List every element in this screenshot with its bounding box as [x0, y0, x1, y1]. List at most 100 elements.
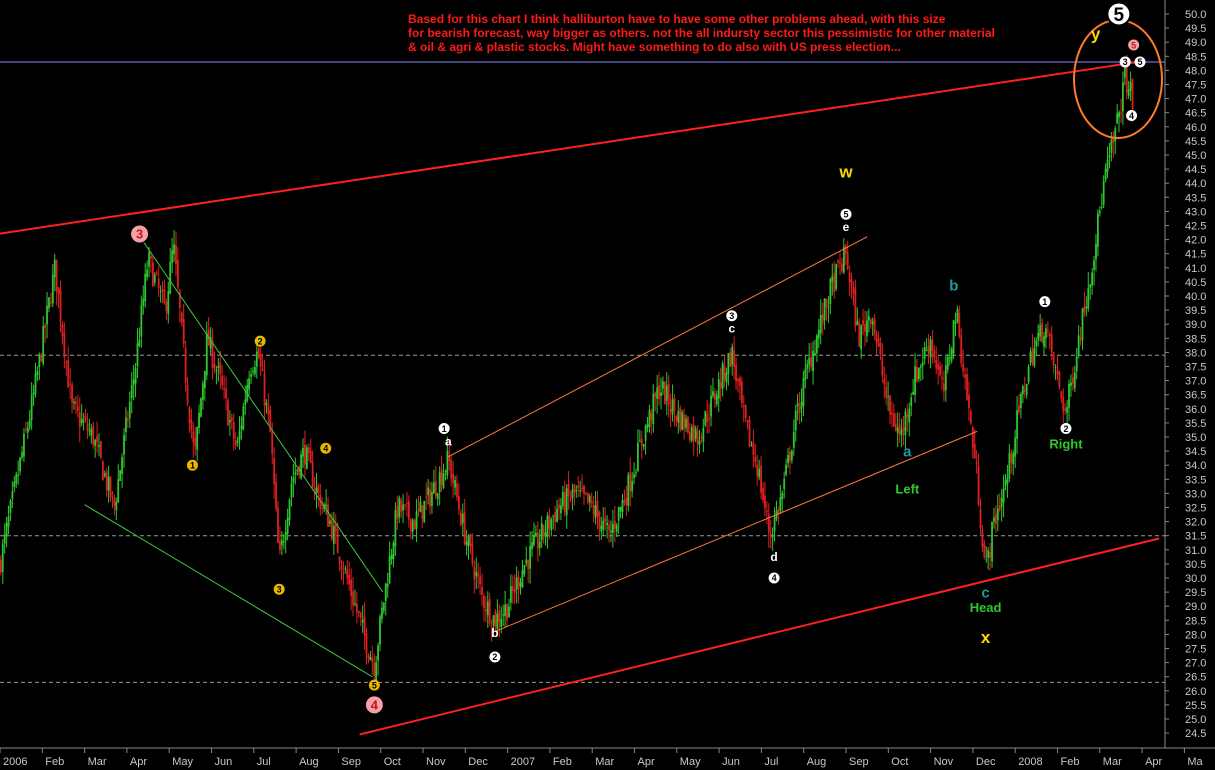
candle-body	[253, 367, 256, 374]
x-tick-label: Jun	[215, 756, 233, 768]
y-tick-label: 46.5	[1185, 108, 1206, 120]
candle-body	[384, 583, 387, 601]
candle-body	[9, 500, 12, 514]
candle-body	[1091, 272, 1094, 286]
candle-body	[1110, 139, 1113, 153]
x-tick-label: Jul	[764, 756, 778, 768]
candle-body	[28, 419, 31, 428]
candle-body	[608, 524, 610, 531]
candle-body	[1071, 377, 1074, 384]
candle-body	[733, 350, 736, 367]
candle-body	[640, 438, 643, 446]
candle-body	[13, 481, 16, 488]
candle-body	[177, 260, 179, 288]
candle-body	[985, 559, 988, 561]
candle-body	[837, 260, 839, 263]
y-tick-label: 35.0	[1185, 432, 1206, 444]
candle-body	[144, 273, 147, 302]
candle-body	[425, 496, 428, 498]
candle-body	[17, 474, 20, 477]
candle-body	[916, 367, 918, 382]
candle-body	[594, 505, 597, 518]
candle-body	[1012, 453, 1015, 465]
candle-body	[257, 348, 260, 358]
candle-body	[1016, 410, 1018, 439]
candle-body	[365, 633, 368, 654]
candle-body	[565, 488, 568, 516]
candle-body	[488, 599, 491, 624]
candle-body	[554, 512, 557, 522]
candle-body	[752, 442, 755, 456]
candle-body	[390, 554, 393, 560]
candle-body	[109, 477, 112, 498]
candle-body	[808, 357, 811, 365]
candle-body	[232, 421, 235, 439]
candle-body	[896, 427, 899, 433]
candle-body	[1050, 334, 1053, 353]
candle-body	[692, 424, 695, 442]
candle-body	[925, 349, 928, 351]
candle-body	[998, 505, 1001, 511]
candle-body	[742, 405, 745, 407]
candle-body	[465, 541, 468, 546]
candle-body	[585, 492, 587, 494]
candle-body	[367, 654, 370, 659]
candle-body	[63, 333, 66, 358]
candle-body	[873, 318, 876, 336]
y-tick-label: 35.5	[1185, 418, 1206, 430]
candle-body	[996, 508, 999, 521]
candle-body	[856, 320, 859, 325]
y-tick-label: 26.0	[1185, 686, 1206, 698]
candle-body	[806, 364, 809, 369]
candle-body	[927, 346, 930, 354]
candle-body	[1056, 370, 1059, 375]
candle-body	[704, 411, 707, 426]
wave-label: x	[981, 628, 991, 647]
candle-body	[203, 370, 206, 388]
candle-body	[654, 392, 657, 397]
candle-body	[910, 397, 913, 407]
candle-body	[765, 510, 768, 512]
candle-body	[290, 483, 293, 499]
candle-body	[1064, 408, 1067, 411]
candle-body	[86, 423, 89, 431]
candle-body	[1014, 437, 1017, 457]
candle-body	[575, 490, 578, 492]
candle-body	[96, 435, 98, 443]
candle-body	[973, 443, 976, 459]
candle-body	[396, 506, 399, 519]
candle-body	[667, 384, 670, 406]
candle-body	[432, 482, 435, 494]
candle-body	[215, 369, 218, 371]
candle-body	[115, 501, 118, 511]
candle-body	[126, 418, 129, 421]
candle-body	[202, 383, 204, 400]
wave-label: a	[445, 434, 452, 448]
candle-body	[486, 601, 489, 616]
candle-body	[613, 520, 616, 529]
candle-body	[713, 393, 716, 400]
candle-body	[155, 272, 158, 275]
candle-body	[1027, 366, 1030, 383]
wave-label: a	[903, 444, 912, 461]
candle-body	[789, 451, 791, 462]
candle-body	[440, 469, 443, 485]
candle-body	[407, 500, 410, 520]
candle-body	[252, 370, 254, 372]
candle-body	[475, 571, 478, 577]
price-chart: 312345412345123 5455 abcdewbaLeftcHeadxRi…	[0, 0, 1215, 770]
y-tick-label: 40.5	[1185, 277, 1206, 289]
candle-body	[902, 427, 905, 432]
candle-body	[798, 407, 801, 414]
candle-body	[600, 525, 603, 532]
candle-body	[1089, 284, 1092, 288]
candle-body	[504, 604, 507, 616]
candle-body	[671, 399, 674, 415]
candle-body	[1000, 498, 1003, 507]
candle-body	[740, 381, 743, 404]
candle-body	[804, 368, 807, 380]
y-tick-label: 31.0	[1185, 545, 1206, 557]
candle-body	[548, 515, 551, 529]
candle-body	[635, 472, 637, 474]
wave-mark-label: 4	[772, 573, 777, 583]
